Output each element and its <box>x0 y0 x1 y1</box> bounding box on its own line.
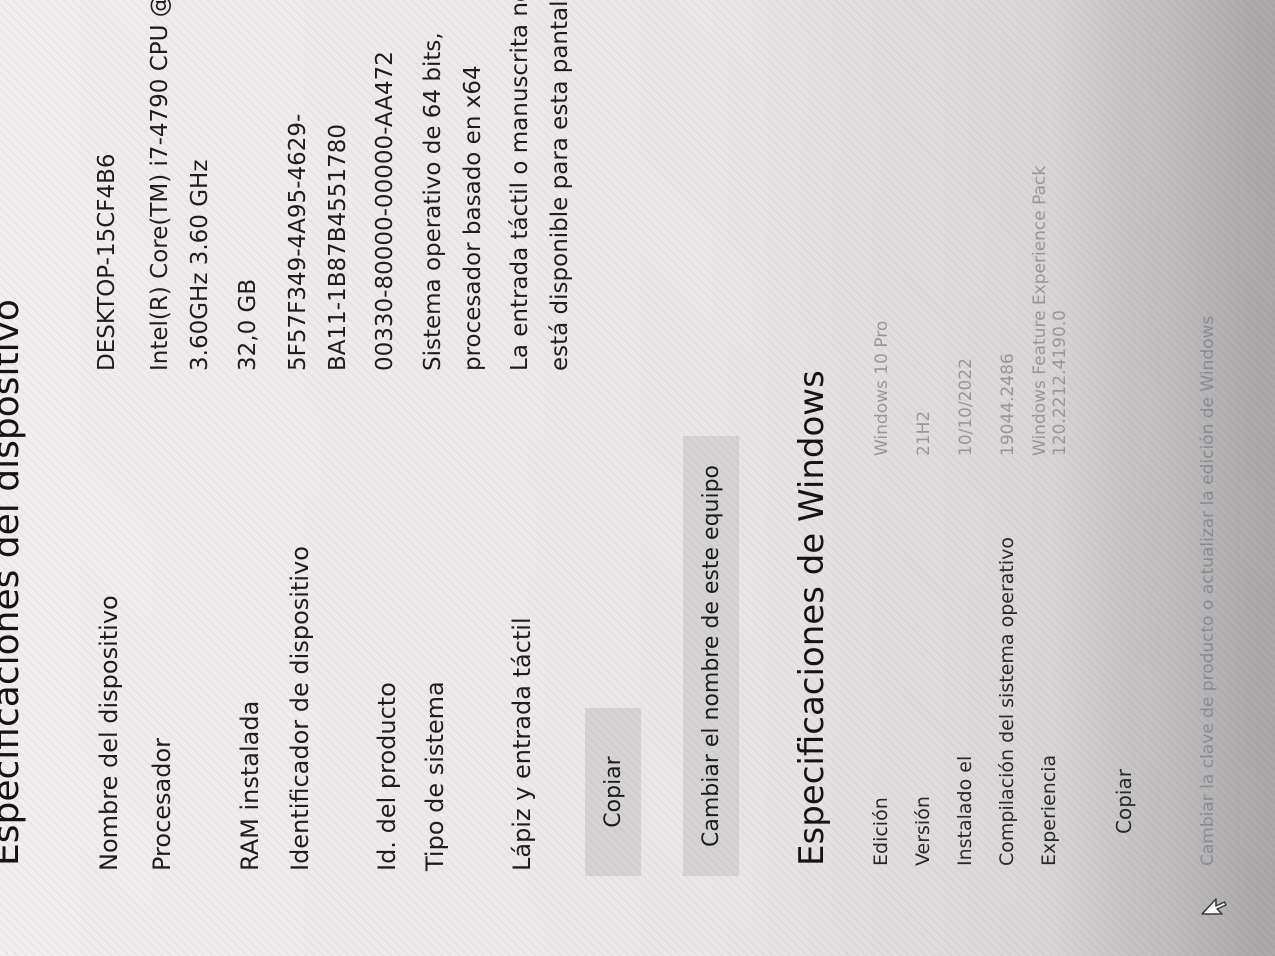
spec-value: Sistema operativo de 64 bits, procesador… <box>413 32 493 371</box>
win-spec-value-edition: Windows 10 Pro <box>872 321 892 456</box>
spec-label: Identificador de dispositivo <box>286 546 314 871</box>
win-spec-value-line: 21H2 <box>914 410 934 456</box>
spec-label: RAM instalada <box>236 700 264 871</box>
change-product-key-link[interactable]: Cambiar la clave de producto o actualiza… <box>1198 316 1218 866</box>
windows-specs-title: Especificaciones de Windows <box>792 370 832 866</box>
spec-value-line: Sistema operativo de 64 bits, <box>420 32 446 371</box>
win-spec-value-line: 120.2212.4190.0 <box>1050 309 1070 456</box>
win-spec-value-version: 21H2 <box>914 411 934 456</box>
win-spec-value-line: Windows 10 Pro <box>872 320 892 456</box>
win-spec-label-build: Compilación del sistema operativo <box>996 537 1018 866</box>
settings-about-page: Especificaciones del dispositivo Nombre … <box>0 0 1275 956</box>
win-spec-value-line: 19044.2486 <box>998 353 1018 456</box>
spec-label: Lápiz y entrada táctil <box>508 617 536 871</box>
copy-windows-specs-link[interactable]: Copiar <box>1112 769 1136 834</box>
rename-pc-button[interactable]: Cambiar el nombre de este equipo <box>683 436 739 876</box>
spec-label: Tipo de sistema <box>421 681 449 871</box>
spec-value: DESKTOP-15CF4B6 <box>87 153 127 371</box>
mouse-pointer-icon <box>1201 898 1227 915</box>
win-spec-label-experience: Experiencia <box>1038 754 1060 866</box>
spec-value-line: procesador basado en x64 <box>460 65 486 371</box>
spec-value-line: 3.60GHz 3.60 GHz <box>187 159 213 371</box>
spec-value-line: Intel(R) Core(TM) i7-4790 CPU @ <box>147 0 173 371</box>
spec-value: Intel(R) Core(TM) i7-4790 CPU @ 3.60GHz … <box>140 0 220 371</box>
spec-value-line: La entrada táctil o manuscrita no <box>507 0 533 371</box>
win-spec-value-line: Windows Feature Experience Pack <box>1030 165 1050 456</box>
spec-value-line: BA11-1B87B4551780 <box>325 124 351 371</box>
spec-value-line: está disponible para esta pantalla <box>547 0 573 371</box>
win-spec-value-experience: Windows Feature Experience Pack 120.2212… <box>1030 166 1070 456</box>
spec-label: Id. del producto <box>373 682 401 871</box>
spec-value-line: 32,0 GB <box>235 278 261 371</box>
copy-device-specs-button[interactable]: Copiar <box>585 708 641 876</box>
spec-value-line: DESKTOP-15CF4B6 <box>94 153 120 371</box>
win-spec-label-installed: Instalado el <box>954 755 976 866</box>
spec-label: Procesador <box>148 737 176 871</box>
win-spec-value-installed: 10/10/2022 <box>956 358 976 456</box>
spec-label: Nombre del dispositivo <box>95 595 123 871</box>
win-spec-value-line: 10/10/2022 <box>956 358 976 456</box>
spec-value: 00330-80000-00000-AA472 <box>365 51 405 371</box>
win-spec-label-version: Versión <box>912 796 934 866</box>
win-spec-value-build: 19044.2486 <box>998 353 1018 456</box>
spec-value-line: 00330-80000-00000-AA472 <box>372 51 398 371</box>
spec-value: 5F57F349-4A95-4629- BA11-1B87B4551780 <box>278 114 358 371</box>
spec-value-line: 5F57F349-4A95-4629- <box>285 113 311 371</box>
win-spec-label-edition: Edición <box>870 797 892 866</box>
device-specs-title: Especificaciones del dispositivo <box>0 299 27 866</box>
spec-value: 32,0 GB <box>228 279 268 371</box>
spec-value: La entrada táctil o manuscrita no está d… <box>500 0 580 371</box>
